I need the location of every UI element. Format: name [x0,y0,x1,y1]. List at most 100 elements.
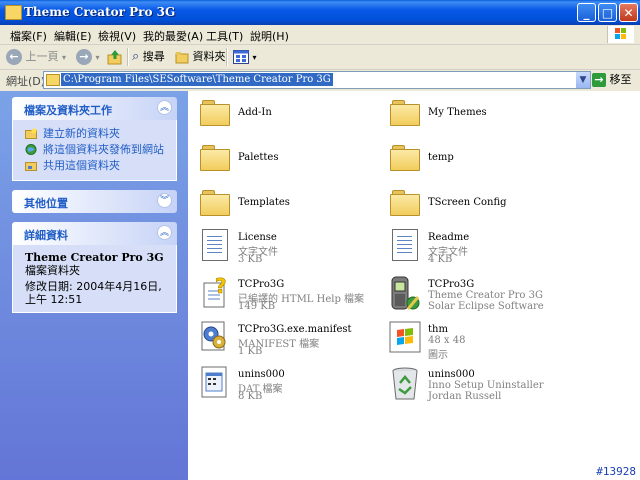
file-type: 圖示 [428,350,448,361]
folder-icon [46,74,60,86]
file-item-readme[interactable]: Readme 文字文件 4 KB [382,228,572,276]
collapse-icon[interactable]: ︽ [157,100,172,115]
manifest-file-icon [198,320,232,354]
views-icon [233,50,249,64]
task-label: 共用這個資料夾 [43,159,120,172]
chevron-down-icon: ▾ [252,53,257,62]
publish-web-task[interactable]: 將這個資料夾發佈到網站 [25,142,166,158]
details-header[interactable]: 詳細資料 ︽ [12,222,177,245]
details-type: 檔案資料夾 [25,264,80,277]
folder-icon [175,51,189,63]
file-tasks-panel: 檔案及資料夾工作 ︽ 建立新的資料夾 將這個資料夾發佈到網站 共用這個資料夾 [12,97,177,181]
file-item-templates[interactable]: Templates [192,185,382,233]
search-button[interactable]: ⌕ 搜尋 [132,48,165,66]
back-arrow-icon: ← [6,49,22,65]
task-pane: 檔案及資料夾工作 ︽ 建立新的資料夾 將這個資料夾發佈到網站 共用這個資料夾 其… [0,91,188,480]
file-item-uninstaller[interactable]: unins000 Inno Setup Uninstaller Jordan R… [382,365,572,413]
file-company: Solar Eclipse Software [428,301,544,312]
menu-tools[interactable]: 工具(T) [206,28,243,44]
phone-app-icon [388,275,422,310]
details-modified: 修改日期: 2004年4月16日, 上午 12:51 [25,280,162,306]
file-item-temp[interactable]: temp [382,140,572,188]
forward-button[interactable]: → ▾ [76,48,100,66]
explorer-window: Theme Creator Pro 3G _ □ ✕ 檔案(F) 編輯(E) 檢… [0,0,640,480]
menu-view[interactable]: 檢視(V) [98,28,136,44]
file-tasks-header[interactable]: 檔案及資料夾工作 ︽ [12,97,177,120]
maximize-button[interactable]: □ [598,3,617,22]
file-item-app[interactable]: TCPro3G Theme Creator Pro 3G Solar Eclip… [382,275,572,323]
menu-bar: 檔案(F) 編輯(E) 檢視(V) 我的最愛(A) 工具(T) 說明(H) [0,25,640,45]
file-item-unins-dat[interactable]: unins000 DAT 檔案 8 KB [192,365,382,413]
file-item-license[interactable]: License 文字文件 3 KB [192,228,382,276]
details-body: Theme Creator Pro 3G 檔案資料夾 修改日期: 2004年4月… [12,245,177,313]
toolbar: ← 上一頁 ▾ → ▾ ⌕ 搜尋 資料夾 ▾ [0,45,640,70]
title-bar[interactable]: Theme Creator Pro 3G _ □ ✕ [0,0,640,25]
address-path: C:\Program Files\SESoftware\Theme Creato… [61,73,333,86]
menu-help[interactable]: 說明(H) [250,28,289,44]
search-icon: ⌕ [132,49,140,64]
go-arrow-icon: → [592,73,606,87]
address-bar: 網址(D) C:\Program Files\SESoftware\Theme … [0,70,640,90]
folders-label: 資料夾 [192,50,226,63]
task-label: 將這個資料夾發佈到網站 [43,143,164,156]
address-dropdown-button[interactable]: ▼ [576,72,590,88]
address-label: 網址(D) [6,75,46,88]
file-item-thm[interactable]: thm 48 x 48 圖示 [382,320,572,368]
file-list: Add-In My Themes Palettes temp Templates… [188,91,640,480]
back-button[interactable]: ← 上一頁 ▾ [6,48,66,66]
windows-logo-icon [607,26,634,43]
file-name: TCPro3G.exe.manifest [238,324,352,335]
window-title: Theme Creator Pro 3G [24,5,176,19]
file-item-tscreen-config[interactable]: TScreen Config [382,185,572,233]
globe-icon [25,144,37,155]
file-tasks-body: 建立新的資料夾 將這個資料夾發佈到網站 共用這個資料夾 [12,120,177,181]
file-name: Readme [428,232,470,243]
text-document-icon [198,228,232,262]
folder-icon [5,5,22,20]
address-input[interactable]: C:\Program Files\SESoftware\Theme Creato… [43,71,591,89]
expand-icon[interactable]: ︾ [157,193,172,208]
file-name: TCPro3G [428,279,475,290]
menu-file[interactable]: 檔案(F) [10,28,47,44]
task-label: 建立新的資料夾 [43,127,120,140]
file-item-add-in[interactable]: Add-In [192,95,382,143]
go-button[interactable]: → 移至 [592,71,632,89]
go-label: 移至 [609,73,632,86]
new-folder-icon [25,128,37,139]
chevron-down-icon: ▾ [95,53,100,62]
file-dimensions: 48 x 48 [428,335,466,346]
search-label: 搜尋 [142,50,165,63]
file-item-my-themes[interactable]: My Themes [382,95,572,143]
other-places-header[interactable]: 其他位置 ︾ [12,190,177,213]
panel-title: 其他位置 [24,197,68,210]
file-size: 8 KB [238,391,263,402]
help-file-icon: ? [198,274,232,309]
share-folder-icon [25,162,37,171]
file-item-manifest[interactable]: TCPro3G.exe.manifest MANIFEST 檔案 1 KB [192,320,382,368]
menu-favorites[interactable]: 我的最愛(A) [143,28,203,44]
up-folder-button[interactable] [107,48,123,66]
close-button[interactable]: ✕ [619,3,638,22]
share-folder-task[interactable]: 共用這個資料夾 [25,158,166,174]
folder-icon [388,95,422,129]
menu-edit[interactable]: 編輯(E) [54,28,92,44]
new-folder-task[interactable]: 建立新的資料夾 [25,126,166,142]
footer-id: #13928 [596,465,636,478]
collapse-icon[interactable]: ︽ [157,225,172,240]
file-name: TScreen Config [428,197,507,208]
file-size: 149 KB [238,301,276,312]
file-size: 1 KB [238,346,263,357]
file-name: thm [428,324,448,335]
file-size: 4 KB [428,254,453,265]
minimize-button[interactable]: _ [577,3,596,22]
views-button[interactable]: ▾ [233,48,257,66]
icon-file-icon [388,320,422,354]
file-name: unins000 [238,369,285,380]
svg-text:?: ? [215,275,227,298]
details-name: Theme Creator Pro 3G [25,251,164,264]
file-item-help[interactable]: ? TCPro3G 已編譯的 HTML Help 檔案 149 KB [192,274,382,323]
file-item-palettes[interactable]: Palettes [192,140,382,188]
file-name: Palettes [238,152,279,163]
folders-button[interactable]: 資料夾 [175,48,226,66]
text-document-icon [388,228,422,262]
